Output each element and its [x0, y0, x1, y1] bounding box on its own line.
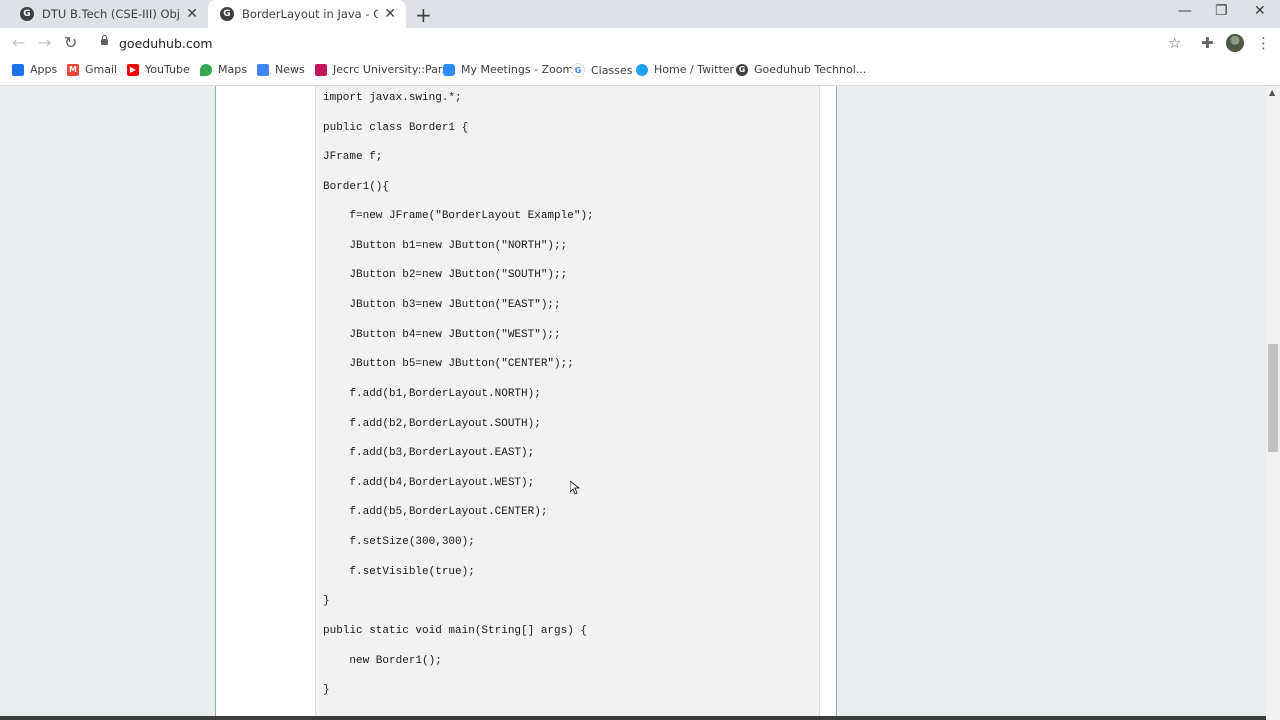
code-line: f.add(b4,BorderLayout.WEST); [323, 477, 535, 489]
news-icon [257, 63, 269, 76]
bookmark-maps[interactable]: Maps [200, 63, 247, 76]
bookmark-jecrc[interactable]: Jecrc University::Par... [315, 63, 452, 76]
extensions-icon[interactable]: ✚ [1201, 34, 1214, 52]
bookmark-label: News [275, 63, 305, 76]
code-line: JButton b4=new JButton("WEST");; [323, 329, 561, 341]
bookmark-star-icon[interactable]: ☆ [1168, 34, 1181, 52]
bookmark-label: Classes [591, 63, 633, 77]
forward-icon[interactable]: → [38, 33, 51, 52]
back-icon[interactable]: ← [12, 33, 25, 52]
code-line: JFrame f; [323, 151, 383, 163]
bookmark-label: YouTube [145, 63, 190, 76]
tab-borderlayout[interactable]: G BorderLayout in Java - Goeduhub ✕ [208, 0, 406, 28]
bookmark-label: Apps [30, 63, 58, 76]
apps-grid-icon [12, 63, 24, 76]
reload-icon[interactable]: ↻ [64, 33, 77, 52]
tab-strip: G DTU B.Tech (CSE-III) Object Orien ✕ G … [0, 0, 1280, 28]
bookmark-news[interactable]: News [257, 63, 305, 76]
code-line: JButton b5=new JButton("CENTER");; [323, 358, 574, 370]
code-line: f.setVisible(true); [323, 566, 475, 578]
bookmark-label: My Meetings - Zoom [461, 63, 574, 76]
code-line: f.add(b2,BorderLayout.SOUTH); [323, 418, 541, 430]
bookmarks-bar: Apps M Gmail ▶ YouTube Maps News Jecrc U… [0, 58, 1280, 86]
code-line: f.setSize(300,300); [323, 536, 475, 548]
bookmark-label: Jecrc University::Par... [333, 63, 452, 76]
bookmark-label: Maps [218, 63, 247, 76]
address-bar[interactable]: goeduhub.com [119, 36, 213, 51]
code-line: JButton b2=new JButton("SOUTH");; [323, 269, 568, 281]
code-line: JButton b1=new JButton("NORTH");; [323, 240, 568, 252]
bookmark-label: Gmail [85, 63, 118, 76]
zoom-icon [443, 63, 455, 76]
youtube-icon: ▶ [127, 63, 139, 76]
code-line: } [323, 684, 330, 696]
google-icon: G [571, 63, 585, 77]
bookmark-goeduhub[interactable]: G Goeduhub Technol... [736, 63, 866, 76]
restore-icon[interactable]: ❐ [1215, 3, 1228, 19]
tab-title: BorderLayout in Java - Goeduhub [242, 7, 379, 21]
goeduhub-icon: G [736, 63, 748, 76]
code-line: new Border1(); [323, 655, 442, 667]
bookmark-youtube[interactable]: ▶ YouTube [127, 63, 190, 76]
bookmark-label: Goeduhub Technol... [754, 63, 867, 76]
code-line: JButton b3=new JButton("EAST");; [323, 299, 561, 311]
browser-toolbar: ← → ↻ goeduhub.com ☆ ✚ ⋮ [0, 28, 1280, 58]
scroll-up-arrow-icon[interactable]: ▲ [1269, 88, 1275, 97]
bookmark-twitter[interactable]: Home / Twitter [636, 63, 734, 76]
twitter-icon [636, 63, 648, 76]
new-tab-button[interactable]: + [415, 3, 432, 27]
bookmark-classes[interactable]: G Classes [571, 63, 632, 77]
code-line: f.add(b1,BorderLayout.NORTH); [323, 388, 541, 400]
goeduhub-favicon-icon: G [220, 7, 234, 21]
avatar[interactable] [1226, 34, 1244, 52]
bookmark-label: Home / Twitter [654, 63, 735, 76]
page-body [0, 86, 1266, 720]
minimize-icon[interactable]: — [1178, 3, 1192, 19]
tab-dtu-btech[interactable]: G DTU B.Tech (CSE-III) Object Orien ✕ [8, 0, 208, 28]
code-line: public class Border1 { [323, 122, 469, 134]
mouse-cursor-icon [570, 481, 580, 495]
scrollbar-thumb[interactable] [1268, 344, 1278, 452]
window-close-icon[interactable]: ✕ [1254, 3, 1266, 19]
code-line: } [323, 595, 330, 607]
code-line: f.add(b5,BorderLayout.CENTER); [323, 506, 548, 518]
bookmark-zoom[interactable]: My Meetings - Zoom [443, 63, 573, 76]
bookmark-apps[interactable]: Apps [12, 63, 57, 76]
bottom-edge [0, 716, 1266, 720]
code-line: Border1(){ [323, 181, 390, 193]
close-tab-icon[interactable]: ✕ [384, 6, 396, 22]
bookmark-gmail[interactable]: M Gmail [67, 63, 117, 76]
maps-icon [200, 63, 212, 76]
close-tab-icon[interactable]: ✕ [186, 6, 198, 22]
code-line: f.add(b3,BorderLayout.EAST); [323, 447, 535, 459]
gmail-icon: M [67, 63, 79, 76]
code-line: f=new JFrame("BorderLayout Example"); [323, 210, 594, 222]
vertical-scrollbar[interactable]: ▲ [1266, 86, 1280, 720]
jecrc-icon [315, 63, 327, 76]
goeduhub-favicon-icon: G [20, 7, 34, 21]
code-line: import javax.swing.*; [323, 92, 462, 104]
menu-icon[interactable]: ⋮ [1256, 34, 1271, 52]
tab-title: DTU B.Tech (CSE-III) Object Orien [42, 7, 181, 21]
lock-icon[interactable] [101, 35, 108, 45]
code-line: public static void main(String[] args) { [323, 625, 588, 637]
